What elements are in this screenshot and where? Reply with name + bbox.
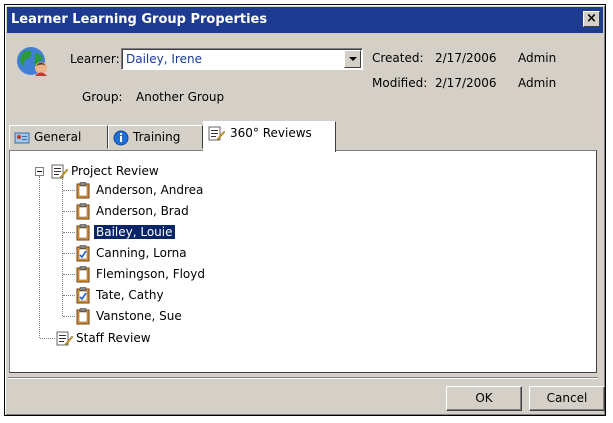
review-icon (208, 126, 226, 140)
tree-group-project-review[interactable]: Project Review (51, 162, 161, 180)
tree-line (63, 232, 75, 233)
modified-by: Admin (518, 76, 557, 90)
tree-item[interactable]: Tate, Cathy (76, 286, 166, 304)
tree-group-label: Staff Review (76, 331, 151, 345)
tab-training[interactable]: Training (108, 125, 203, 149)
close-button[interactable]: × (583, 11, 600, 27)
tree-line (63, 253, 75, 254)
created-date: 2/17/2006 (435, 51, 497, 65)
clipboard-checked-icon (76, 245, 90, 262)
tree-item-label: Canning, Lorna (96, 246, 187, 260)
cancel-button[interactable]: Cancel (529, 386, 605, 411)
clipboard-checked-icon (76, 287, 90, 304)
tab-360-reviews-label: 360° Reviews (230, 126, 312, 140)
tree-item-label: Flemingson, Floyd (96, 267, 205, 281)
ok-button[interactable]: OK (446, 386, 522, 411)
clipboard-icon (76, 203, 90, 220)
tab-360-reviews[interactable]: 360° Reviews (203, 121, 336, 152)
tree-line (63, 211, 75, 212)
tree-line (63, 295, 75, 296)
collapse-toggle[interactable] (35, 167, 44, 176)
clipboard-icon (76, 224, 90, 241)
card-icon (14, 132, 30, 143)
review-icon (56, 331, 74, 345)
tree-line (40, 338, 55, 339)
tree-item[interactable]: Anderson, Andrea (76, 181, 205, 199)
tree-item-label: Anderson, Andrea (96, 183, 204, 197)
tree-item-label: Vanstone, Sue (96, 309, 182, 323)
tree-item-label: Tate, Cathy (96, 288, 164, 302)
tree-item[interactable]: Vanstone, Sue (76, 307, 184, 325)
tree-item[interactable]: Canning, Lorna (76, 244, 189, 262)
tree-item[interactable]: Flemingson, Floyd (76, 265, 207, 283)
learner-label: Learner: (70, 52, 120, 66)
modified-label: Modified: (372, 76, 428, 90)
window-title: Learner Learning Group Properties (11, 12, 268, 27)
title-bar[interactable]: Learner Learning Group Properties × (7, 7, 603, 33)
learner-select-value: Dailey, Irene (126, 52, 202, 66)
tab-general-label: General (34, 130, 82, 144)
clipboard-icon (76, 308, 90, 325)
tree-item-label: Anderson, Brad (96, 204, 189, 218)
review-icon (51, 164, 69, 178)
learner-globe-icon (17, 47, 47, 76)
tree-line (63, 316, 75, 317)
tree-group-label: Project Review (71, 164, 159, 178)
tree-item-label: Bailey, Louie (93, 224, 176, 240)
tree-line (39, 176, 40, 338)
tree-line (63, 190, 75, 191)
divider (8, 377, 598, 379)
tree-line (63, 274, 75, 275)
created-by: Admin (518, 51, 557, 65)
clipboard-icon (76, 182, 90, 199)
group-value: Another Group (136, 90, 225, 104)
tree-group-staff-review[interactable]: Staff Review (56, 329, 153, 347)
modified-date: 2/17/2006 (435, 76, 497, 90)
tab-training-label: Training (133, 130, 181, 144)
chevron-down-icon[interactable] (344, 50, 361, 68)
info-icon (113, 130, 129, 145)
tree-item-selected[interactable]: Bailey, Louie (76, 223, 176, 241)
clipboard-icon (76, 266, 90, 283)
created-label: Created: (372, 51, 424, 65)
group-label: Group: (82, 90, 123, 104)
learner-select[interactable]: Dailey, Irene (121, 48, 363, 70)
tree-item[interactable]: Anderson, Brad (76, 202, 191, 220)
tab-general[interactable]: General (9, 125, 108, 149)
